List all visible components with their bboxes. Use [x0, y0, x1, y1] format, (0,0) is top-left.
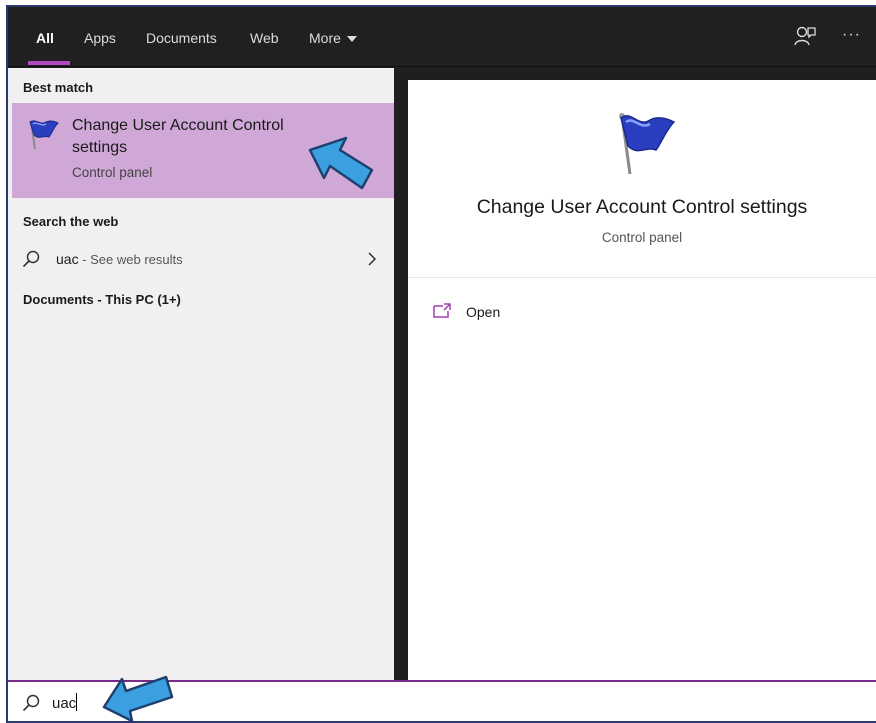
tab-documents[interactable]: Documents: [146, 25, 217, 51]
web-query-term: uac: [56, 251, 79, 267]
preview-title: Change User Account Control settings: [476, 196, 808, 218]
search-input-value: uac: [52, 695, 77, 712]
search-icon: [22, 694, 40, 712]
tab-bar: All Apps Documents Web More ···: [8, 7, 876, 67]
chevron-right-icon[interactable]: [367, 252, 377, 266]
preview-pane: Change User Account Control settings Con…: [408, 80, 876, 680]
tab-web[interactable]: Web: [250, 25, 279, 51]
preview-subtitle: Control panel: [601, 230, 683, 245]
search-window: All Apps Documents Web More ··· Best mat…: [6, 5, 876, 723]
text-cursor: [76, 693, 78, 711]
open-label: Open: [466, 304, 501, 320]
web-query-suffix: - See web results: [78, 252, 183, 267]
uac-flag-icon: [619, 113, 676, 175]
uac-flag-icon: [29, 120, 59, 150]
active-tab-indicator: [28, 61, 70, 65]
best-match-subtitle: Control panel: [72, 165, 153, 180]
results-pane: Best match Change User Account Control s…: [8, 68, 394, 680]
chevron-down-icon: [346, 36, 357, 43]
tab-apps[interactable]: Apps: [84, 25, 116, 51]
documents-header[interactable]: Documents - This PC (1+): [23, 292, 181, 307]
tab-all[interactable]: All: [36, 25, 54, 51]
best-match-header: Best match: [23, 80, 94, 95]
more-options-icon[interactable]: ···: [842, 25, 866, 49]
web-search-result[interactable]: uac - See web results: [12, 242, 394, 276]
search-web-header: Search the web: [23, 214, 119, 229]
search-icon: [22, 250, 40, 268]
feedback-icon[interactable]: [794, 25, 816, 49]
web-query-text: uac - See web results: [56, 251, 183, 267]
annotation-arrow-icon: [308, 136, 374, 190]
annotation-arrow-icon: [102, 675, 174, 721]
tab-more-label: More: [309, 30, 341, 46]
search-input[interactable]: uac: [52, 693, 78, 712]
tab-more[interactable]: More: [309, 25, 357, 51]
open-icon: [433, 303, 451, 318]
preview-header: Change User Account Control settings Con…: [408, 80, 876, 278]
best-match-title: Change User Account Control settings: [72, 117, 284, 156]
